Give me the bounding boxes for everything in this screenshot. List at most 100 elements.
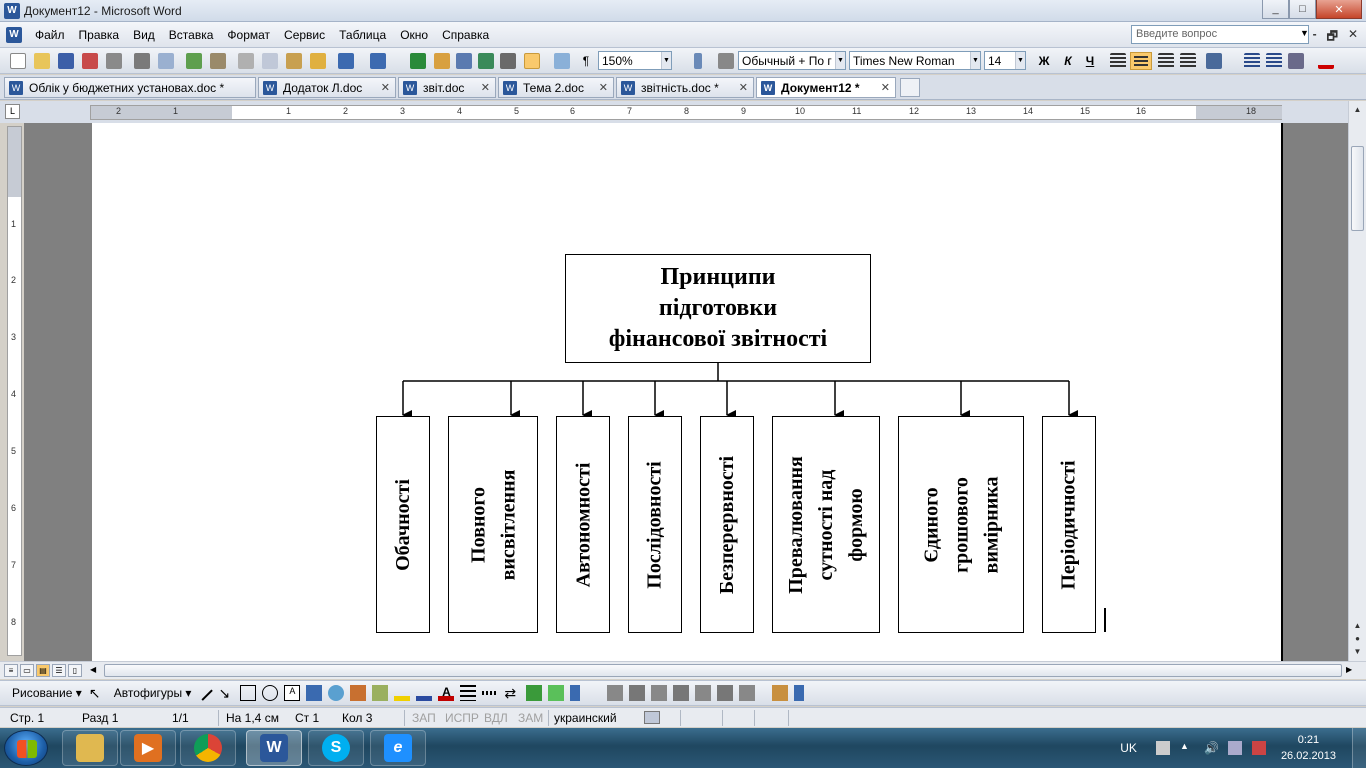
autoshapes-button[interactable]: Автофигуры ▾ xyxy=(108,686,196,700)
hyperlink-icon[interactable] xyxy=(410,53,426,69)
drawing-toggle-icon[interactable] xyxy=(524,53,540,69)
tables-borders-icon[interactable] xyxy=(434,53,450,69)
insert-table-icon[interactable] xyxy=(456,53,472,69)
zoom-select[interactable]: 150% ▼ xyxy=(598,51,672,70)
status-ovr[interactable]: ЗАМ xyxy=(518,711,543,725)
close-tab-icon[interactable]: ✕ xyxy=(381,81,390,94)
menu-tools[interactable]: Сервис xyxy=(277,28,332,42)
font-size-select[interactable]: 14 ▼ xyxy=(984,51,1026,70)
scroll-left-icon[interactable]: ◀ xyxy=(90,665,96,674)
toolbar-options-icon[interactable] xyxy=(694,53,702,69)
help-search-input[interactable]: Введите вопрос xyxy=(1131,25,1309,44)
align-icon[interactable] xyxy=(673,685,690,701)
normal-view-icon[interactable]: ≡ xyxy=(4,664,18,677)
horizontal-ruler[interactable]: 2 1 1 2 3 4 5 6 7 8 9 10 11 12 13 14 15 … xyxy=(90,105,1282,120)
select-browse-object-icon[interactable]: ● xyxy=(1351,632,1364,645)
font-color-icon[interactable] xyxy=(1318,53,1334,69)
print-layout-icon[interactable]: ▤ xyxy=(36,664,50,677)
research-icon[interactable] xyxy=(210,53,226,69)
help-dropdown-icon[interactable]: ▼ xyxy=(1300,28,1309,38)
vertical-ruler[interactable]: 1 2 3 4 5 6 7 8 xyxy=(7,126,22,656)
print-preview-icon[interactable] xyxy=(134,53,150,69)
show-desktop-button[interactable] xyxy=(1352,728,1366,768)
redo-icon[interactable] xyxy=(370,53,386,69)
principle-box-periodychnosti[interactable]: Періодичності xyxy=(1042,416,1096,633)
cut-icon[interactable] xyxy=(238,53,254,69)
insert-excel-icon[interactable] xyxy=(478,53,494,69)
close-tab-icon[interactable]: ✕ xyxy=(599,81,608,94)
status-trk[interactable]: ИСПР xyxy=(445,711,479,725)
diagram-main-box[interactable]: Принципи підготовки фінансової звітності xyxy=(565,254,871,363)
rotate-icon[interactable] xyxy=(651,685,668,701)
tab-tema2[interactable]: W Тема 2.doc ✕ xyxy=(498,77,614,98)
save-icon[interactable] xyxy=(58,53,74,69)
canvas-icon[interactable] xyxy=(772,685,789,701)
web-view-icon[interactable]: ▭ xyxy=(20,664,34,677)
new-document-icon[interactable] xyxy=(10,53,26,69)
action-center-icon[interactable] xyxy=(1251,741,1266,755)
permission-icon[interactable] xyxy=(82,53,98,69)
style-select[interactable]: Обычный + По г ▼ xyxy=(738,51,846,70)
new-tab-icon[interactable] xyxy=(900,78,920,97)
justify-icon[interactable] xyxy=(1180,53,1196,69)
copy-icon[interactable] xyxy=(262,53,278,69)
principle-box-prevaliuvannia[interactable]: Превалювання сутності над формою xyxy=(772,416,880,633)
preview-icon[interactable] xyxy=(158,53,174,69)
font-color-draw-icon[interactable]: A xyxy=(438,685,455,701)
clipart-icon[interactable] xyxy=(350,685,367,701)
outline-view-icon[interactable]: ☰ xyxy=(52,664,66,677)
volume-icon[interactable]: 🔊 xyxy=(1204,741,1219,755)
reading-view-icon[interactable]: ▯ xyxy=(68,664,82,677)
principle-box-bezperervnosti[interactable]: Безперервності xyxy=(700,416,754,633)
doc-minimize-button[interactable]: ‑ xyxy=(1313,27,1317,48)
tab-stop-selector[interactable]: L xyxy=(5,104,20,119)
tab-dokument12[interactable]: W Документ12 * ✕ xyxy=(756,77,896,98)
tab-zvit[interactable]: W звіт.doc ✕ xyxy=(398,77,496,98)
document-menu-icon[interactable]: W xyxy=(6,26,22,43)
picture-icon[interactable] xyxy=(372,685,389,701)
principle-box-poslidovnosti[interactable]: Послідовності xyxy=(628,416,682,633)
edit-points-icon[interactable] xyxy=(607,685,624,701)
numbering-icon[interactable] xyxy=(1244,53,1260,69)
dash-style-icon[interactable] xyxy=(482,691,499,695)
taskbar-skype[interactable]: S xyxy=(308,730,364,766)
menu-insert[interactable]: Вставка xyxy=(162,28,221,42)
doc-close-button[interactable]: ✕ xyxy=(1348,27,1358,48)
scroll-right-icon[interactable]: ▶ xyxy=(1346,665,1352,674)
align-right-icon[interactable] xyxy=(1158,53,1174,69)
align-left-icon[interactable] xyxy=(1110,53,1126,69)
minimize-button[interactable]: _ xyxy=(1262,0,1289,19)
toolbar-options-icon[interactable] xyxy=(570,685,581,701)
spelling-status-icon[interactable] xyxy=(644,711,660,724)
status-ext[interactable]: ВДЛ xyxy=(484,711,508,725)
line-tool-icon[interactable] xyxy=(197,685,214,701)
underline-button[interactable]: Ч xyxy=(1080,52,1100,70)
taskbar-chrome[interactable] xyxy=(180,730,236,766)
menu-format[interactable]: Формат xyxy=(220,28,277,42)
shadow-style-icon[interactable] xyxy=(526,685,543,701)
network-icon[interactable] xyxy=(1227,741,1242,755)
scroll-prev-page-icon[interactable]: ▲ xyxy=(1351,619,1364,632)
format-painter-icon[interactable] xyxy=(310,53,326,69)
menu-help[interactable]: Справка xyxy=(435,28,496,42)
taskbar-explorer[interactable] xyxy=(62,730,118,766)
tab-oblik[interactable]: W Облік у бюджетних установах.doc * xyxy=(4,77,256,98)
horizontal-scroll-thumb[interactable] xyxy=(104,664,1342,677)
maximize-button[interactable]: □ xyxy=(1289,0,1316,19)
open-folder-icon[interactable] xyxy=(34,53,50,69)
language-indicator[interactable]: UK xyxy=(1120,741,1137,755)
print-icon[interactable] xyxy=(106,53,122,69)
connector-icon[interactable] xyxy=(629,685,646,701)
scroll-next-page-icon[interactable]: ▼ xyxy=(1351,645,1364,658)
select-objects-icon[interactable]: ↖ xyxy=(89,685,105,701)
fill-color-icon[interactable] xyxy=(394,685,411,701)
bullets-icon[interactable] xyxy=(1266,53,1282,69)
3d-style-icon[interactable] xyxy=(548,685,565,701)
principle-box-yedynogo[interactable]: Єдиного грошового вимірника xyxy=(898,416,1024,633)
italic-button[interactable]: К xyxy=(1058,52,1078,70)
principle-box-povnogo[interactable]: Повного висвітлення xyxy=(448,416,538,633)
clock[interactable]: 0:21 26.02.2013 xyxy=(1281,732,1336,764)
start-button[interactable] xyxy=(4,730,48,766)
line-color-icon[interactable] xyxy=(416,685,433,701)
drawing-menu-button[interactable]: Рисование ▾ xyxy=(0,686,86,700)
